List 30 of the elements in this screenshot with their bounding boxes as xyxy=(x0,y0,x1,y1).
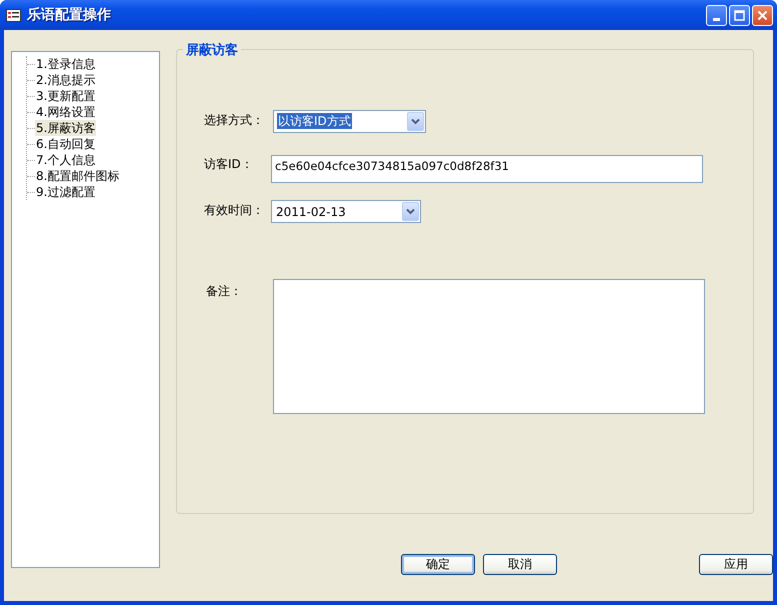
field-label: 访客ID： xyxy=(203,156,254,173)
maximize-icon xyxy=(734,10,745,20)
tree-item[interactable]: 7.个人信息 xyxy=(35,152,96,168)
minimize-icon xyxy=(713,18,720,20)
close-button[interactable] xyxy=(752,4,773,26)
field-label: 有效时间： xyxy=(203,202,265,219)
dialog-button[interactable]: 确定 xyxy=(401,554,475,575)
tree-item[interactable]: 1.登录信息 xyxy=(35,56,96,72)
tree-item[interactable]: 2.消息提示 xyxy=(35,72,96,88)
group-title: 屏蔽访客 xyxy=(183,41,241,59)
dropdown-value: 2011-02-13 xyxy=(275,204,347,220)
tree-item[interactable]: 5.屏蔽访客 xyxy=(35,120,96,136)
close-icon xyxy=(757,10,768,20)
dialog-button[interactable]: 应用 xyxy=(699,554,773,575)
input-field[interactable]: c5e60e04cfce30734815a097c0d8f28f31 xyxy=(271,155,703,183)
field-label: 选择方式： xyxy=(203,112,265,129)
dialog-button[interactable]: 取消 xyxy=(483,554,557,575)
tree-item[interactable]: 3.更新配置 xyxy=(35,88,96,104)
app-icon xyxy=(6,8,21,22)
minimize-button[interactable] xyxy=(706,4,727,26)
tree-item[interactable]: 6.自动回复 xyxy=(35,136,96,152)
dropdown-value: 以访客ID方式 xyxy=(277,113,352,129)
window-title: 乐语配置操作 xyxy=(27,6,112,24)
maximize-button[interactable] xyxy=(729,4,750,26)
tree-item[interactable]: 8.配置邮件图标 xyxy=(35,168,120,184)
dropdown[interactable]: 2011-02-13 xyxy=(271,200,421,223)
field-label: 备注： xyxy=(205,283,243,300)
dropdown[interactable]: 以访客ID方式 xyxy=(273,110,426,133)
tree-item[interactable]: 9.过滤配置 xyxy=(35,184,96,200)
tree-item[interactable]: 4.网络设置 xyxy=(35,104,96,120)
